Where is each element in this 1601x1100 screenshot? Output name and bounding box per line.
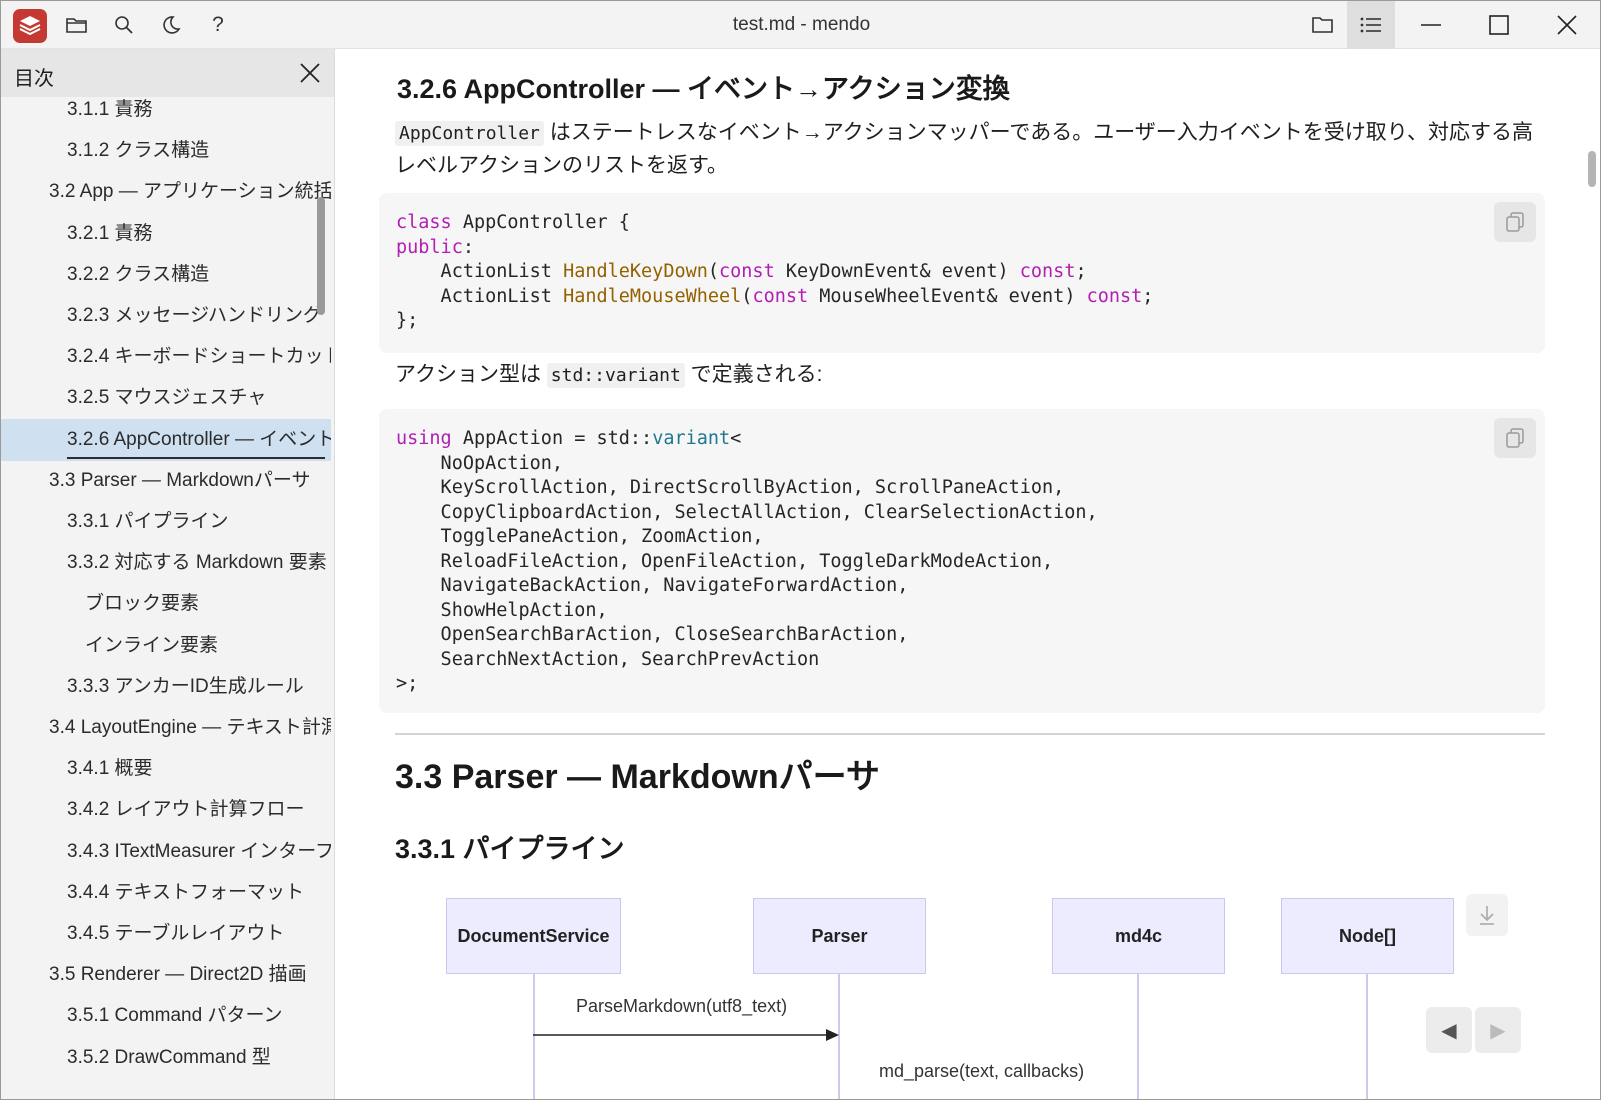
folder-icon[interactable] [1299,1,1347,49]
toc-item[interactable]: 3.2.3 メッセージハンドリング [1,295,331,337]
maximize-button[interactable] [1465,1,1533,49]
download-diagram-button[interactable] [1466,894,1508,936]
close-button[interactable] [1533,1,1600,49]
toc-item[interactable]: 3.1.1 責務 [1,97,331,131]
toc-item[interactable]: 3.3.2 対応する Markdown 要素 [1,542,331,584]
heading-3-3-1: 3.3.1 パイプライン [395,834,625,864]
toc-item[interactable]: 3.2.1 責務 [1,213,331,255]
toc-title: 目次 [14,68,54,90]
triangle-right-icon: ▶ [1490,1019,1506,1042]
paragraph-appcontroller: AppController はステートレスなイベント→アクションマッパーである。… [395,117,1535,182]
toc-item[interactable]: 3.3 Parser — Markdownパーサ [1,460,331,502]
message-label: ParseMarkdown(utf8_text) [576,996,788,1016]
toc-item[interactable]: 3.4 LayoutEngine — テキスト計測 [1,707,331,749]
toc-scrollbar[interactable] [317,197,325,315]
toc-item[interactable]: 3.5.1 Command パターン [1,995,331,1037]
lifeline [1137,974,1139,1099]
paragraph-text: で定義される: [684,363,823,386]
toc-item[interactable]: 3.4.1 概要 [1,748,331,790]
paragraph-text: アクション型は [395,363,547,386]
inline-code: AppController [395,121,544,146]
lifeline [838,974,840,1099]
toc-item[interactable]: 3.3.1 パイプライン [1,501,331,543]
message-label: md_parse(text, callbacks) [879,1061,1085,1081]
toc-item[interactable]: 3.4.3 ITextMeasurer インターフェー [1,831,331,873]
diagram-next-button[interactable]: ▶ [1475,1007,1521,1053]
toc-item[interactable]: 3.4.2 レイアウト計算フロー [1,789,331,831]
toc-item[interactable]: 3.5.2 DrawCommand 型 [1,1037,331,1079]
app-window: ? test.md - mendo 目次 3.1.1 責務 3.1.2 クラス構… [0,0,1601,1100]
open-folder-icon[interactable] [62,10,92,40]
triangle-left-icon: ◀ [1441,1019,1457,1042]
toc-close-icon[interactable] [295,58,325,88]
toc-header: 目次 [1,49,334,97]
toc-item[interactable]: 3.2.5 マウスジェスチャ [1,377,331,419]
heading-3-2-6: 3.2.6 AppController — イベント→アクション変換 [397,74,1010,104]
code-text: class AppController { public: ActionList… [396,212,1154,331]
actor-box: md4c [1052,898,1225,974]
toc-item[interactable]: 3.2.2 クラス構造 [1,254,331,296]
inline-code: std::variant [546,363,685,388]
code-text: using AppAction = std::variant< NoOpActi… [396,428,1098,694]
title-bar: ? test.md - mendo [1,1,1600,49]
horizontal-rule [395,733,1545,735]
toc-item[interactable]: インライン要素 [1,625,331,667]
copy-code-button[interactable] [1494,202,1536,242]
toc-item[interactable]: 3.2.6 AppController — イベント→ [1,418,331,461]
copy-code-button[interactable] [1494,418,1536,458]
paragraph-text: はステートレスなイベント→アクションマッパーである。ユーザー入力イベントを受け取… [395,121,1533,177]
help-icon[interactable]: ? [203,10,233,40]
toc-item[interactable]: 3.2 App — アプリケーション統括 [1,171,331,213]
toc-item[interactable]: ブロック要素 [1,583,331,625]
actor-box: DocumentService [446,898,621,974]
minimize-button[interactable] [1397,1,1465,49]
toc-item[interactable]: 3.1.2 クラス構造 [1,130,331,172]
app-logo-icon [13,9,47,43]
lifeline [533,974,535,1099]
actor-box: Parser [753,898,926,974]
toc-list-icon[interactable] [1347,1,1395,49]
code-block-class: class AppController { public: ActionList… [379,193,1545,353]
diagram-prev-button[interactable]: ◀ [1426,1007,1472,1053]
toc-list: 3.1.1 責務 3.1.2 クラス構造 3.2 App — アプリケーション統括 3… [1,97,331,1099]
lifeline [1366,974,1368,1099]
toc-sidebar: 目次 3.1.1 責務 3.1.2 クラス構造 3.2 App — アプリケーション… [1,49,335,1099]
document-view: 3.2.6 AppController — イベント→アクション変換 AppCo… [336,49,1600,1099]
dark-mode-icon[interactable] [156,10,186,40]
toc-item[interactable]: 3.2.4 キーボードショートカット [1,336,331,378]
message-arrow [533,1029,839,1041]
paragraph-action-type: アクション型は std::variant で定義される: [395,359,1535,392]
search-icon[interactable] [109,10,139,40]
actor-box: Node[] [1281,898,1454,974]
toc-item[interactable]: 3.4.4 テキストフォーマット [1,872,331,914]
document-scrollbar[interactable] [1588,151,1596,187]
toc-item[interactable]: 3.3.3 アンカーID生成ルール [1,666,331,708]
heading-3-3: 3.3 Parser — Markdownパーサ [395,758,880,796]
code-block-variant: using AppAction = std::variant< NoOpActi… [379,409,1545,713]
toc-item[interactable]: 3.4.5 テーブルレイアウト [1,913,331,955]
toc-item[interactable]: 3.5 Renderer — Direct2D 描画 [1,954,331,996]
